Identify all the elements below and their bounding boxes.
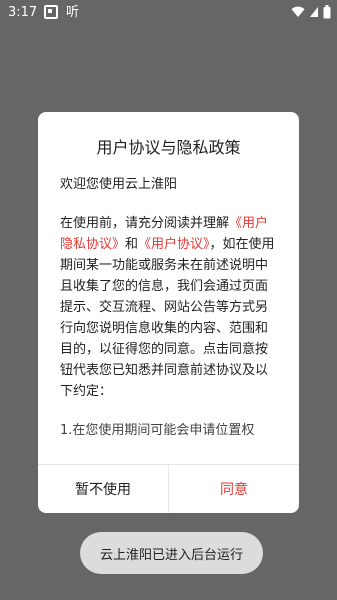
toast-message: 云上淮阳已进入后台运行 [80,532,263,574]
status-right-icons [291,5,331,19]
notification-icon [44,5,58,19]
paragraph-prefix: 在使用前，请充分阅读并理解 [60,216,230,231]
agreement-paragraph: 在使用前，请充分阅读并理解《用户隐私协议》和《用户协议》，如在使用期间某一功能或… [60,213,278,402]
user-agreement-link[interactable]: 《用户协议》 [138,237,210,252]
welcome-text: 欢迎您使用云上淮阳 [60,177,178,192]
status-bar: 3:17 听 [0,0,337,26]
status-left-icons: 听 [44,5,79,19]
dialog-body[interactable]: 欢迎您使用云上淮阳 在使用前，请充分阅读并理解《用户隐私协议》和《用户协议》，如… [60,172,278,462]
paragraph-suffix: ，如在使用期间某一功能或服务未在前述说明中且收集了您的信息，我们会通过页面提示、… [60,237,275,399]
dialog-title: 用户协议与隐私政策 [96,138,241,157]
privacy-dialog: 用户协议与隐私政策 欢迎您使用云上淮阳 在使用前，请充分阅读并理解《用户隐私协议… [38,112,299,513]
agree-button[interactable]: 同意 [169,465,299,513]
notification-text: 听 [66,4,80,20]
truncated-line: 1.在您使用期间可能会申请位置权 [60,423,255,438]
signal-icon [310,7,318,17]
battery-icon [323,5,331,19]
decline-button[interactable]: 暂不使用 [38,465,168,513]
wifi-icon [291,6,305,17]
and-text: 和 [125,237,139,252]
status-time: 3:17 [8,5,38,20]
